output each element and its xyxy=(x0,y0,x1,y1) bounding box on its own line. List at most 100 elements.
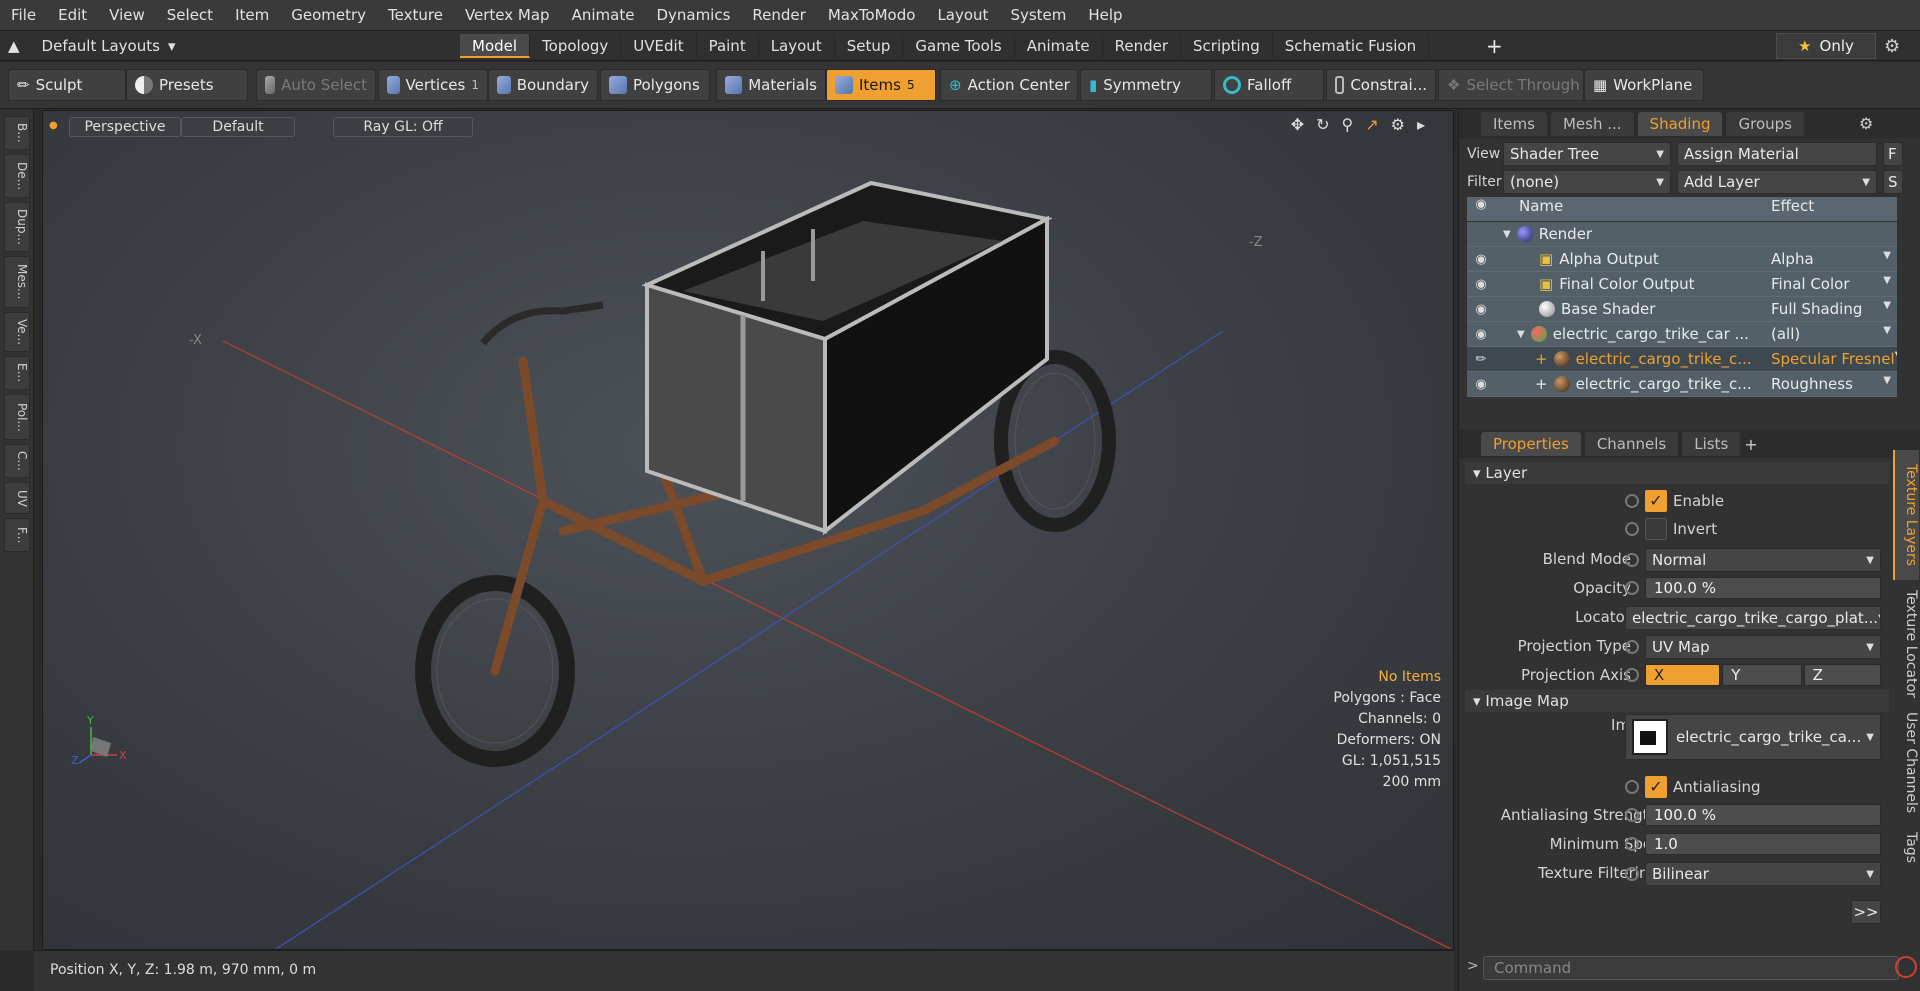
vertices-button[interactable]: Vertices 1 xyxy=(378,69,488,101)
add-layer-dropdown[interactable]: Add Layer ▼ xyxy=(1677,170,1877,194)
menu-file[interactable]: File xyxy=(0,6,47,24)
strip-tab-edge[interactable]: E... xyxy=(4,356,30,390)
collapse-icon[interactable]: ▲ xyxy=(8,37,20,55)
select-through-button[interactable]: ❖ Select Through xyxy=(1438,69,1584,101)
menu-help[interactable]: Help xyxy=(1077,6,1133,24)
side-tab-texture-locator[interactable]: Texture Locator xyxy=(1893,584,1919,704)
image-dropdown[interactable]: electric_cargo_trike_ca... ▼ xyxy=(1625,714,1881,760)
tab-topology[interactable]: Topology xyxy=(530,34,622,58)
strip-tab-vertex[interactable]: Ve... xyxy=(4,312,30,352)
tree-row[interactable]: ◉ ▣ Final Color Output Final Color ▼ xyxy=(1467,272,1897,297)
filter-dropdown[interactable]: (none) ▼ xyxy=(1503,170,1671,194)
opacity-slider[interactable]: 100.0 % xyxy=(1645,577,1881,599)
expand-icon[interactable]: ▼ xyxy=(1517,329,1525,340)
menu-dynamics[interactable]: Dynamics xyxy=(645,6,741,24)
side-tab-tags[interactable]: Tags xyxy=(1893,822,1919,872)
side-tab-texture-layers[interactable]: Texture Layers xyxy=(1893,450,1919,580)
more-button[interactable]: >> xyxy=(1851,900,1881,924)
strip-tab-curve[interactable]: C... xyxy=(4,444,30,478)
tab-animate[interactable]: Animate xyxy=(1015,34,1103,58)
projection-type-dropdown[interactable]: UV Map ▼ xyxy=(1645,635,1881,659)
menu-animate[interactable]: Animate xyxy=(561,6,646,24)
strip-tab-basic[interactable]: B... xyxy=(4,116,30,150)
menu-view[interactable]: View xyxy=(98,6,156,24)
menu-vertex-map[interactable]: Vertex Map xyxy=(454,6,561,24)
tab-render[interactable]: Render xyxy=(1103,34,1182,58)
only-button[interactable]: ★ Only xyxy=(1776,33,1876,59)
minimum-spot-slider[interactable]: 1.0 xyxy=(1645,833,1881,855)
add-tab-icon[interactable]: + xyxy=(1744,435,1757,454)
tab-lists[interactable]: Lists xyxy=(1682,432,1741,456)
symmetry-button[interactable]: ▮ Symmetry xyxy=(1080,69,1212,101)
section-image-map[interactable]: ▾ Image Map xyxy=(1465,690,1889,712)
strip-tab-fusion[interactable]: F... xyxy=(4,518,30,552)
eye-icon[interactable]: ◉ xyxy=(1467,302,1495,317)
default-layouts-dropdown[interactable]: ▲ Default Layouts ▾ xyxy=(8,35,175,57)
strip-tab-duplicate[interactable]: Dup... xyxy=(4,202,30,252)
tab-properties[interactable]: Properties xyxy=(1481,432,1581,456)
texture-filtering-dropdown[interactable]: Bilinear ▼ xyxy=(1645,862,1881,886)
brush-icon[interactable]: ✏ xyxy=(1467,352,1495,367)
expand-icon[interactable]: ▼ xyxy=(1503,229,1511,240)
polygons-button[interactable]: Polygons xyxy=(600,69,710,101)
tree-row[interactable]: ◉ + electric_cargo_trike_c... Roughness ▼ xyxy=(1467,372,1897,397)
f-button[interactable]: F xyxy=(1883,142,1903,166)
locator-dropdown[interactable]: electric_cargo_trike_cargo_plat...▼ xyxy=(1625,606,1881,630)
boundary-button[interactable]: Boundary xyxy=(488,69,598,101)
tab-paint[interactable]: Paint xyxy=(697,34,759,58)
tree-row-selected[interactable]: ✏ + electric_cargo_trike_c... Specular Fr… xyxy=(1467,347,1897,372)
auto-select-button[interactable]: Auto Select xyxy=(256,69,376,101)
view-dropdown[interactable]: Shader Tree ▼ xyxy=(1503,142,1671,166)
strip-tab-uv[interactable]: UV xyxy=(4,482,30,514)
strip-tab-deform[interactable]: De... xyxy=(4,154,30,198)
antialiasing-checkbox[interactable]: ✓ xyxy=(1645,776,1667,798)
eye-icon[interactable]: ◉ xyxy=(1467,377,1495,392)
tab-model[interactable]: Model xyxy=(460,34,531,58)
tree-effect[interactable]: Alpha ▼ xyxy=(1765,250,1897,268)
command-input[interactable]: Command xyxy=(1483,956,1899,980)
tab-layout[interactable]: Layout xyxy=(759,34,835,58)
menu-select[interactable]: Select xyxy=(156,6,224,24)
menu-texture[interactable]: Texture xyxy=(377,6,454,24)
menu-maxtomodo[interactable]: MaxToModo xyxy=(817,6,927,24)
strip-tab-mesh[interactable]: Mes... xyxy=(4,256,30,308)
constrain-button[interactable]: Constrai... xyxy=(1326,69,1436,101)
tree-effect[interactable]: Final Color ▼ xyxy=(1765,275,1897,293)
tab-items[interactable]: Items xyxy=(1481,112,1547,136)
eye-icon[interactable]: ◉ xyxy=(1467,327,1495,342)
aa-strength-slider[interactable]: 100.0 % xyxy=(1645,804,1881,826)
tab-game-tools[interactable]: Game Tools xyxy=(903,34,1015,58)
tab-uvedit[interactable]: UVEdit xyxy=(621,34,697,58)
tab-channels[interactable]: Channels xyxy=(1584,432,1679,456)
materials-button[interactable]: Materials xyxy=(716,69,826,101)
plus-icon[interactable]: + xyxy=(1535,350,1548,368)
tab-groups[interactable]: Groups xyxy=(1726,112,1804,136)
3d-viewport[interactable]: ● Perspective Default Ray GL: Off ✥ ↻ ⚲ … xyxy=(42,110,1454,950)
col-name[interactable]: Name xyxy=(1495,197,1765,221)
menu-edit[interactable]: Edit xyxy=(47,6,98,24)
axis-y-button[interactable]: Y xyxy=(1722,664,1802,686)
add-tab-icon[interactable]: + xyxy=(1486,34,1503,58)
action-center-button[interactable]: ⊕ Action Center xyxy=(940,69,1078,101)
menu-system[interactable]: System xyxy=(999,6,1077,24)
eye-icon[interactable]: ◉ xyxy=(1467,252,1495,267)
sculpt-button[interactable]: ✏ Sculpt xyxy=(8,69,126,101)
tab-scripting[interactable]: Scripting xyxy=(1181,34,1273,58)
tab-schematic-fusion[interactable]: Schematic Fusion xyxy=(1273,34,1430,58)
eye-icon[interactable]: ◉ xyxy=(1467,277,1495,292)
s-button[interactable]: S xyxy=(1883,170,1903,194)
tree-row[interactable]: ◉ ▣ Alpha Output Alpha ▼ xyxy=(1467,247,1897,272)
menu-layout[interactable]: Layout xyxy=(926,6,999,24)
workplane-button[interactable]: ▦ WorkPlane xyxy=(1584,69,1704,101)
tab-setup[interactable]: Setup xyxy=(835,34,904,58)
panel-gear-icon[interactable]: ⚙ xyxy=(1859,114,1873,133)
menu-geometry[interactable]: Geometry xyxy=(280,6,377,24)
side-tab-user-channels[interactable]: User Channels xyxy=(1893,708,1919,818)
tab-shading[interactable]: Shading xyxy=(1637,112,1723,136)
blend-mode-dropdown[interactable]: Normal ▼ xyxy=(1645,548,1881,572)
tree-effect[interactable]: Roughness ▼ xyxy=(1765,375,1897,393)
menu-item[interactable]: Item xyxy=(224,6,280,24)
col-effect[interactable]: Effect xyxy=(1765,197,1814,221)
tree-row[interactable]: ◉ ▼ electric_cargo_trike_car ... (all) ▼ xyxy=(1467,322,1897,347)
strip-tab-polygon[interactable]: Pol... xyxy=(4,394,30,440)
